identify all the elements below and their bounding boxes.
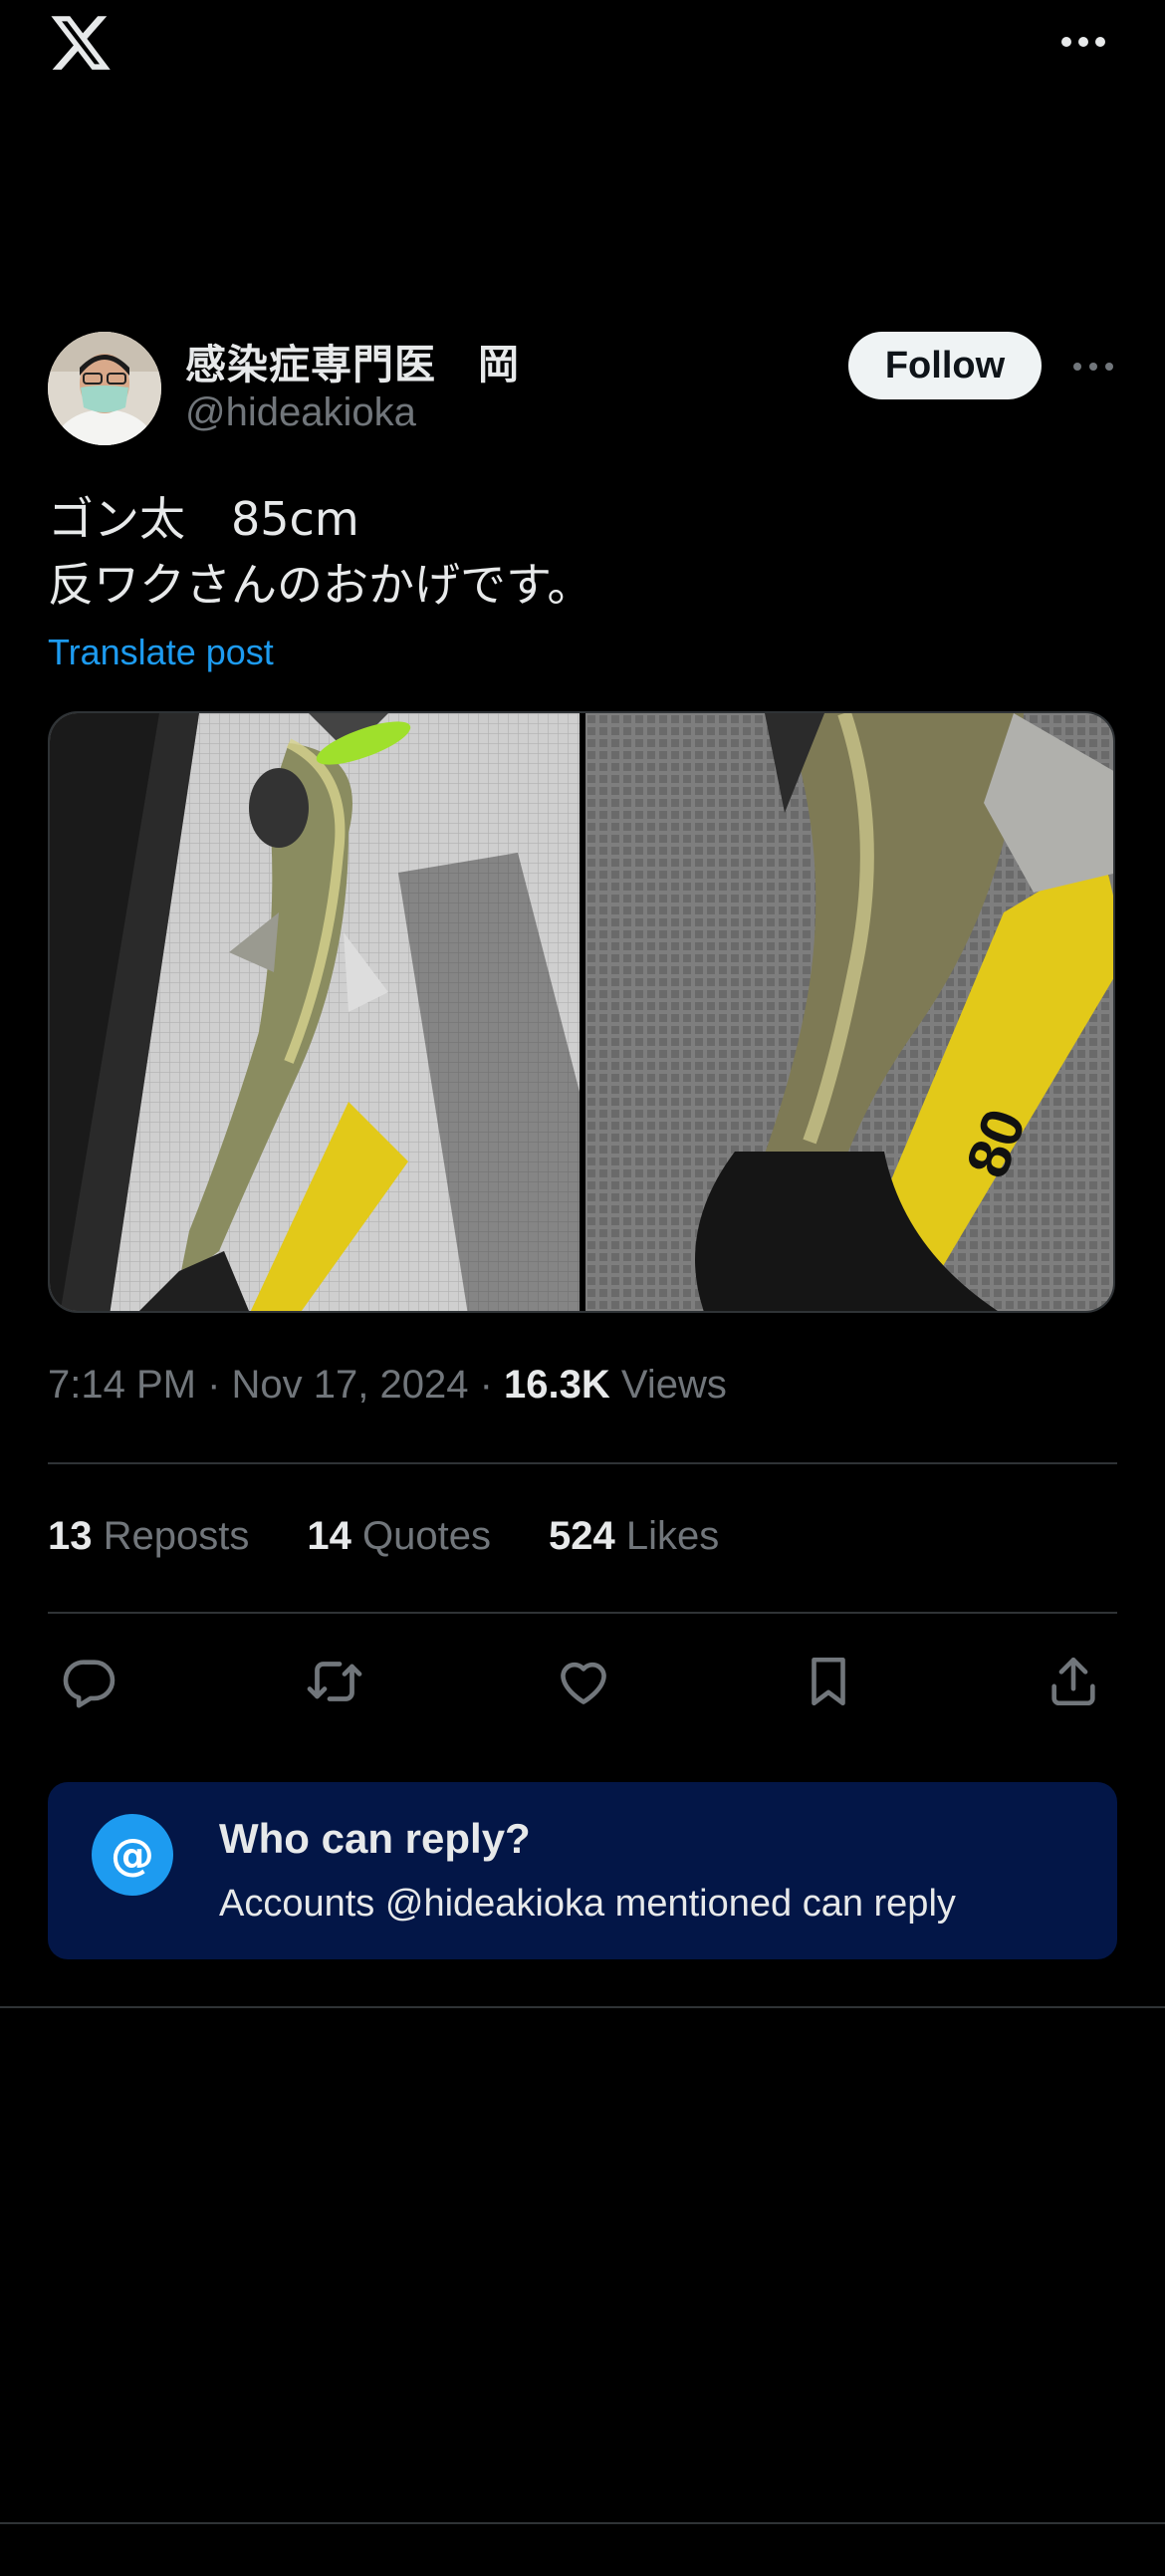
avatar[interactable] (48, 332, 161, 445)
reposts-label: Reposts (103, 1514, 250, 1558)
post-more-icon[interactable] (1065, 347, 1121, 386)
at-glyph: @ (111, 1829, 154, 1881)
post-media[interactable]: 80 (48, 711, 1115, 1313)
more-options-icon[interactable] (1053, 22, 1113, 62)
divider (0, 2006, 1165, 2008)
divider (48, 1612, 1117, 1614)
like-icon[interactable] (552, 1650, 615, 1713)
x-logo-icon[interactable] (48, 10, 114, 76)
likes-count: 524 (548, 1514, 615, 1558)
who-can-reply-title: Who can reply? (219, 1815, 531, 1862)
reply-icon[interactable] (58, 1650, 121, 1713)
meta-separator: · (468, 1363, 505, 1407)
reposts-stat[interactable]: 13 Reposts (48, 1514, 249, 1559)
likes-stat[interactable]: 524 Likes (549, 1514, 719, 1559)
share-icon[interactable] (1042, 1650, 1105, 1713)
post-time[interactable]: 7:14 PM (48, 1363, 196, 1407)
repost-icon[interactable] (303, 1650, 366, 1713)
reposts-count: 13 (48, 1514, 93, 1558)
likes-label: Likes (625, 1514, 720, 1558)
bookmark-icon[interactable] (797, 1650, 860, 1713)
photo-right[interactable]: 80 (585, 713, 1113, 1311)
quotes-label: Quotes (362, 1514, 491, 1558)
follow-button[interactable]: Follow (848, 332, 1042, 399)
translate-post-link[interactable]: Translate post (48, 632, 274, 673)
photo-left[interactable] (50, 713, 580, 1311)
quotes-count: 14 (307, 1514, 351, 1558)
mention-at-icon: @ (92, 1814, 173, 1896)
who-can-reply-subtitle: Accounts @hideakioka mentioned can reply (219, 1883, 956, 1925)
views-label: Views (620, 1363, 727, 1407)
views-count: 16.3K (504, 1363, 610, 1407)
post-text: ゴン太 85cm 反ワクさんのおかげです。 (48, 492, 593, 612)
divider (0, 2522, 1165, 2524)
engagement-stats: 13 Reposts 14 Quotes 524 Likes (48, 1514, 719, 1559)
post-date[interactable]: Nov 17, 2024 (232, 1363, 469, 1407)
post-meta: 7:14 PM · Nov 17, 2024 · 16.3K Views (48, 1363, 727, 1408)
meta-separator: · (195, 1363, 232, 1407)
quotes-stat[interactable]: 14 Quotes (307, 1514, 491, 1559)
author-handle[interactable]: @hideakioka (185, 390, 416, 435)
who-can-reply-card (48, 1782, 1117, 1959)
divider (48, 1462, 1117, 1464)
author-display-name[interactable]: 感染症専門医 岡 (185, 331, 520, 390)
